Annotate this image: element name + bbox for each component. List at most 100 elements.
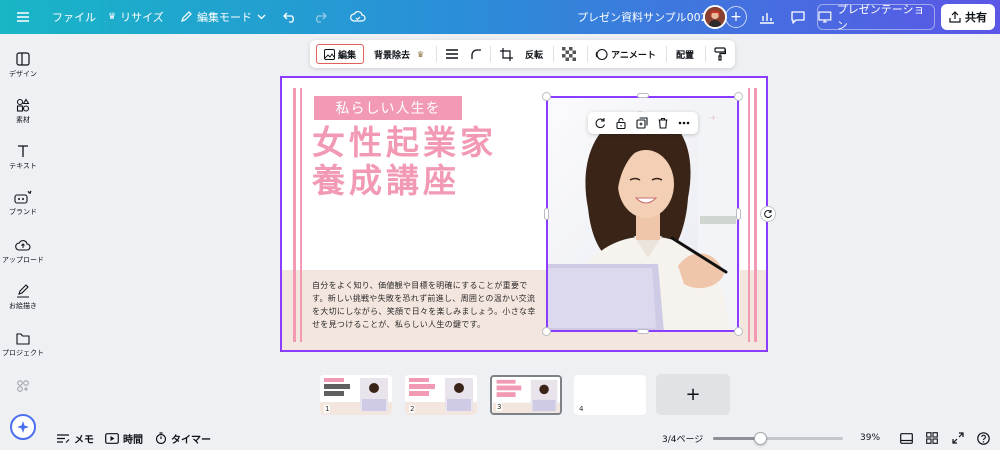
page-indicator[interactable]: 3/4ページ (662, 428, 703, 448)
sidebar-item-design[interactable]: デザイン (0, 52, 46, 79)
border-style-button[interactable] (445, 40, 459, 68)
grid-view-button[interactable] (926, 428, 938, 448)
sidebar-item-label: お絵描き (9, 302, 37, 310)
replace-button[interactable] (592, 115, 608, 131)
resize-handle-top[interactable] (637, 93, 649, 98)
share-label: 共有 (965, 11, 987, 24)
paint-roller-icon (714, 47, 726, 61)
sidebar-item-upload[interactable]: アップロード (0, 238, 46, 265)
draw-icon (17, 284, 29, 298)
slide-preview-2 (405, 375, 477, 415)
add-collaborator-button[interactable]: + (725, 6, 747, 28)
animate-button[interactable]: アニメート (595, 40, 656, 68)
add-page-button[interactable]: + (656, 374, 730, 415)
edit-mode-dropdown[interactable]: 編集モード (180, 0, 266, 34)
position-button[interactable]: 配置 (676, 40, 694, 68)
resize-handle-bottom[interactable] (637, 329, 649, 334)
resize-handle-bottom-left[interactable] (542, 327, 551, 336)
plus-icon: + (730, 9, 742, 25)
slide-subtitle[interactable]: 私らしい人生を (314, 96, 462, 120)
fullscreen-button[interactable] (952, 428, 964, 448)
copy-style-button[interactable] (714, 40, 726, 68)
slide-body-text[interactable]: 自分をよく知り、価値観や目標を明確にすることが重要です。新しい挑戦や失敗を恐れず… (312, 279, 540, 331)
duration-button[interactable]: 時間 (105, 428, 143, 448)
page-thumbnail-1[interactable]: 1 (320, 375, 392, 415)
toolbar-divider (436, 46, 437, 62)
brand-icon (14, 190, 32, 204)
page-indicator-label: 3/4ページ (662, 434, 704, 445)
lock-button[interactable] (613, 115, 629, 131)
resize-handle-left[interactable] (544, 208, 549, 220)
undo-button[interactable] (283, 0, 297, 34)
transparency-button[interactable] (562, 40, 576, 68)
title-line-1: 女性起業家 (312, 123, 497, 162)
expand-icon (952, 432, 964, 444)
resize-handle-top-left[interactable] (542, 92, 551, 101)
resize-handle-bottom-right[interactable] (734, 327, 743, 336)
sidebar-item-label: 素材 (16, 116, 30, 124)
slide-preview-1 (320, 375, 392, 415)
subtitle-text: 私らしい人生を (335, 101, 441, 117)
sidebar-item-text[interactable]: テキスト (0, 144, 46, 171)
timer-button[interactable]: タイマー (155, 428, 211, 448)
sidebar-item-label: アップロード (2, 256, 44, 264)
crop-button[interactable] (500, 40, 513, 68)
zoom-level[interactable]: 39% (860, 428, 880, 448)
zoom-slider-handle[interactable] (754, 432, 768, 445)
resize-handle-right[interactable] (736, 208, 741, 220)
avatar[interactable] (703, 5, 727, 29)
timer-label: タイマー (171, 434, 211, 446)
present-label: プレゼンテーション (836, 3, 925, 32)
right-pink-line (754, 88, 757, 342)
magic-assistant-button[interactable] (10, 414, 36, 440)
text-icon (18, 145, 28, 157)
corner-rounding-button[interactable] (470, 40, 482, 68)
folder-icon (16, 333, 30, 345)
left-pink-line (293, 88, 296, 342)
insights-button[interactable] (759, 0, 775, 34)
file-menu[interactable]: ファイル (52, 0, 96, 34)
page-number: 4 (578, 405, 585, 413)
flip-button[interactable]: 反転 (525, 40, 543, 68)
notes-button[interactable]: メモ (56, 428, 94, 448)
page-view-button[interactable] (900, 428, 913, 448)
present-button[interactable]: プレゼンテーション (817, 3, 935, 32)
undo-icon (283, 12, 294, 23)
hamburger-icon (17, 12, 29, 22)
sidebar-item-apps[interactable] (0, 379, 46, 393)
sidebar-item-projects[interactable]: プロジェクト (0, 332, 46, 358)
right-pink-line-thin (748, 88, 750, 342)
more-options-button[interactable] (676, 115, 692, 131)
grid-icon (926, 432, 938, 444)
delete-button[interactable] (655, 115, 671, 131)
border-lines-icon (446, 49, 458, 59)
duplicate-button[interactable] (634, 115, 650, 131)
slide-title[interactable]: 女性起業家 養成講座 (312, 124, 497, 200)
cloud-save-status[interactable] (350, 0, 366, 34)
help-button[interactable] (977, 428, 990, 448)
menu-button[interactable] (16, 0, 30, 34)
page-thumbnail-4[interactable]: 4 (574, 375, 646, 415)
document-title-label: プレゼン資料サンプル002 (577, 11, 708, 24)
document-title[interactable]: プレゼン資料サンプル002 (577, 0, 708, 34)
redo-button[interactable] (313, 0, 327, 34)
comments-button[interactable] (790, 0, 806, 34)
edit-image-button[interactable]: 編集 (316, 44, 364, 64)
zoom-slider[interactable] (713, 437, 843, 440)
rotate-handle[interactable] (760, 206, 776, 222)
page-thumbnail-3[interactable]: 3 (490, 375, 562, 415)
bg-remove-button[interactable]: 背景除去 ♛ (374, 40, 424, 68)
sidebar-item-draw[interactable]: お絵描き (0, 284, 46, 311)
elements-icon (16, 98, 30, 112)
crop-icon (500, 47, 513, 61)
comment-icon (791, 11, 805, 24)
resize-button[interactable]: ♛ リサイズ (108, 0, 164, 34)
share-button[interactable]: 共有 (941, 4, 995, 30)
page-thumbnail-2[interactable]: 2 (405, 375, 477, 415)
user-photo-icon (705, 7, 725, 27)
sidebar-item-elements[interactable]: 素材 (0, 98, 46, 125)
page-number: 3 (496, 403, 503, 411)
sidebar-item-brand[interactable]: ブランド (0, 190, 46, 217)
resize-handle-top-right[interactable] (734, 92, 743, 101)
present-icon (818, 11, 832, 23)
